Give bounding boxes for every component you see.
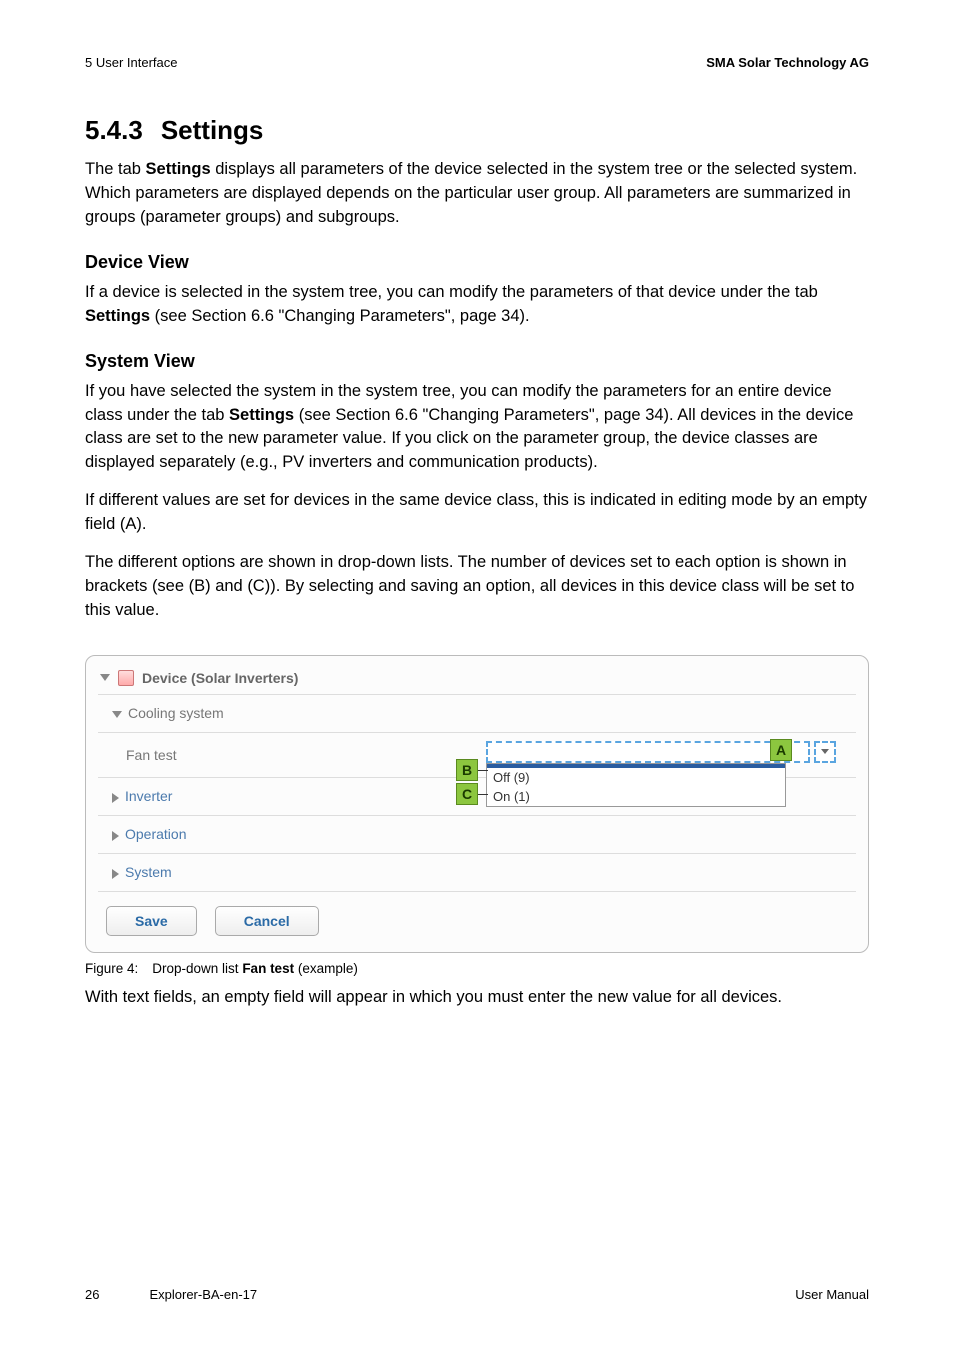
row-label-system: System bbox=[125, 864, 172, 880]
figure-ui-box: Device (Solar Inverters) Cooling system … bbox=[85, 655, 869, 953]
device-header-label: Device (Solar Inverters) bbox=[142, 670, 298, 686]
collapse-icon bbox=[112, 869, 119, 879]
fan-test-dropdown-menu: Off (9) On (1) bbox=[486, 763, 786, 807]
system-view-p1: If you have selected the system in the s… bbox=[85, 380, 869, 476]
closing-paragraph: With text fields, an empty field will ap… bbox=[85, 986, 869, 1010]
device-tree-header[interactable]: Device (Solar Inverters) bbox=[98, 666, 856, 694]
page-title: 5.4.3 Settings bbox=[85, 115, 869, 146]
device-view-heading: Device View bbox=[85, 252, 869, 273]
section-title: Settings bbox=[161, 115, 264, 145]
system-view-p3: The different options are shown in drop-… bbox=[85, 551, 869, 623]
expand-icon bbox=[112, 711, 122, 718]
doc-id: Explorer-BA-en-17 bbox=[149, 1287, 257, 1302]
row-system[interactable]: System bbox=[98, 854, 856, 892]
section-number: 5.4.3 bbox=[85, 115, 143, 146]
page-number: 26 bbox=[85, 1287, 99, 1302]
save-button[interactable]: Save bbox=[106, 906, 197, 936]
row-label-fan-test: Fan test bbox=[126, 747, 406, 763]
dropdown-option-on[interactable]: On (1) bbox=[487, 787, 785, 806]
row-label-inverter: Inverter bbox=[125, 788, 172, 804]
row-label-operation: Operation bbox=[125, 826, 186, 842]
callout-c: C bbox=[456, 783, 478, 805]
system-view-heading: System View bbox=[85, 351, 869, 372]
device-icon bbox=[118, 670, 134, 686]
figure-caption: Figure 4:Drop-down list Fan test (exampl… bbox=[85, 961, 869, 976]
header-company: SMA Solar Technology AG bbox=[706, 55, 869, 70]
collapse-icon bbox=[112, 831, 119, 841]
system-view-p2: If different values are set for devices … bbox=[85, 489, 869, 537]
header-section: 5 User Interface bbox=[85, 55, 178, 70]
collapse-icon bbox=[112, 793, 119, 803]
cancel-button[interactable]: Cancel bbox=[215, 906, 319, 936]
row-cooling-system[interactable]: Cooling system bbox=[98, 695, 856, 733]
footer-right: User Manual bbox=[795, 1287, 869, 1302]
callout-b: B bbox=[456, 759, 478, 781]
device-view-text: If a device is selected in the system tr… bbox=[85, 281, 869, 329]
row-fan-test: Fan test A B C Off (9) On (1) bbox=[98, 733, 856, 778]
row-operation[interactable]: Operation bbox=[98, 816, 856, 854]
dropdown-arrow-button[interactable] bbox=[814, 741, 836, 763]
chevron-down-icon bbox=[821, 749, 829, 754]
expand-icon bbox=[100, 674, 110, 681]
intro-paragraph: The tab Settings displays all parameters… bbox=[85, 158, 869, 230]
dropdown-option-off[interactable]: Off (9) bbox=[487, 768, 785, 787]
fan-test-dropdown[interactable] bbox=[486, 741, 810, 763]
callout-a: A bbox=[770, 739, 792, 761]
row-label-cooling: Cooling system bbox=[128, 705, 224, 721]
